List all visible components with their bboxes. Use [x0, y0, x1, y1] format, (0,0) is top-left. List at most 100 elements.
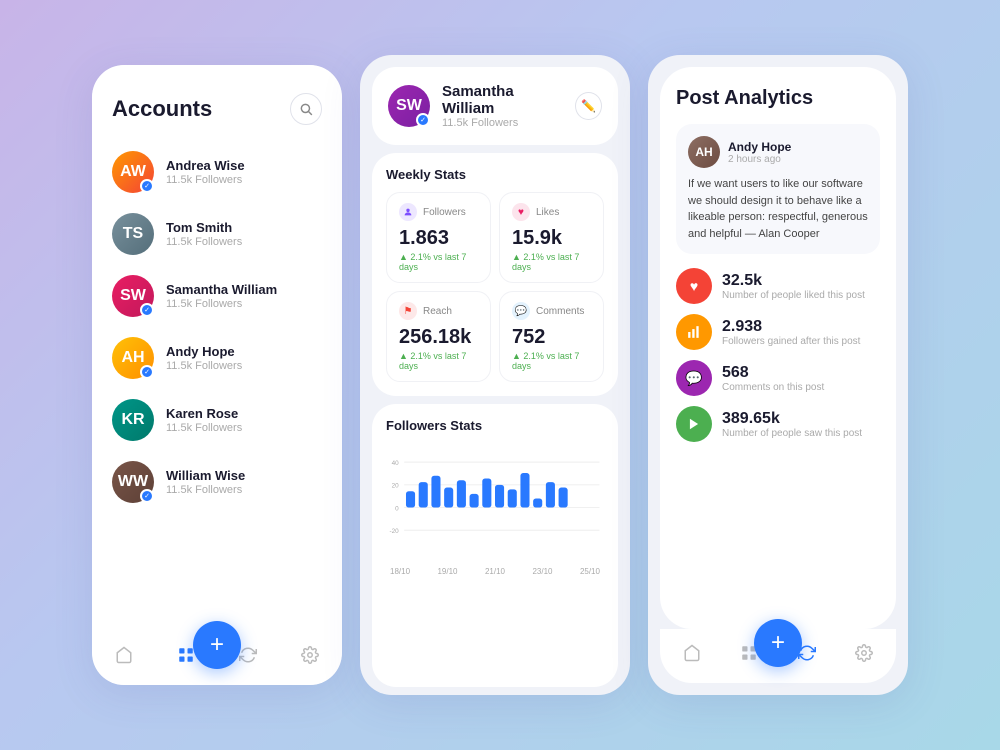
chart-label-2: 19/10 — [437, 567, 457, 576]
avatar-wrap: KR — [112, 399, 154, 441]
analytics-stat-value: 2.938 — [722, 318, 860, 336]
stat-icon-comments: 💬 — [512, 302, 530, 320]
avatar-wrap: AH — [112, 337, 154, 379]
analytics-stat-row-orange: 2.938 Followers gained after this post — [676, 314, 880, 350]
analytics-stat-value: 32.5k — [722, 272, 865, 290]
analytics-icon-orange — [676, 314, 712, 350]
stat-label-comments: Comments — [536, 306, 584, 317]
search-button[interactable] — [290, 93, 322, 125]
stat-label-reach: Reach — [423, 306, 452, 317]
analytics-stat-value: 568 — [722, 364, 824, 382]
account-followers-count: 11.5k Followers — [166, 174, 322, 186]
analytics-stat-row-red: ♥ 32.5k Number of people liked this post — [676, 268, 880, 304]
nav-home-icon[interactable] — [112, 643, 136, 667]
analytics-panel: Post Analytics AH Andy Hope 2 hours ago … — [648, 55, 908, 695]
account-info: Andy Hope 11.5k Followers — [166, 344, 322, 372]
stat-card-followers: Followers 1.863 ▲ 2.1% vs last 7 days — [386, 192, 491, 283]
bar-chart: 40 20 0 -20 — [386, 443, 604, 563]
analytics-stat-info: 2.938 Followers gained after this post — [722, 318, 860, 347]
post-author-avatar: AH — [688, 136, 720, 168]
weekly-stats-title: Weekly Stats — [386, 167, 604, 182]
profile-followers: 11.5k Followers — [442, 117, 563, 129]
profile-header: SW Samantha William 11.5k Followers ✏️ — [372, 67, 618, 145]
analytics-stat-label: Number of people saw this post — [722, 428, 862, 439]
profile-info: Samantha William 11.5k Followers — [442, 83, 563, 129]
account-item[interactable]: AW Andrea Wise 11.5k Followers — [92, 141, 342, 203]
account-name: Karen Rose — [166, 406, 322, 421]
avatar-wrap: SW — [112, 275, 154, 317]
profile-name: Samantha William — [442, 83, 563, 117]
stat-label-row: ♥ Likes — [512, 203, 591, 221]
analytics-stat-label: Number of people liked this post — [722, 290, 865, 301]
account-followers-count: 11.5k Followers — [166, 422, 322, 434]
stat-value-comments: 752 — [512, 326, 591, 349]
stat-value-reach: 256.18k — [399, 326, 478, 349]
stat-label-likes: Likes — [536, 207, 559, 218]
stat-change-followers: ▲ 2.1% vs last 7 days — [399, 252, 478, 272]
profile-avatar-wrap: SW — [388, 85, 430, 127]
stat-value-likes: 15.9k — [512, 227, 591, 250]
account-item[interactable]: AH Andy Hope 11.5k Followers — [92, 327, 342, 389]
analytics-stat-label: Comments on this post — [722, 382, 824, 393]
verified-badge — [140, 303, 154, 317]
chart-section: Followers Stats 40 20 0 -20 — [372, 404, 618, 687]
account-item[interactable]: KR Karen Rose 11.5k Followers — [92, 389, 342, 451]
stat-icon-reach: ⚑ — [399, 302, 417, 320]
accounts-list: AW Andrea Wise 11.5k Followers TS Tom Sm… — [92, 135, 342, 631]
account-name: Andy Hope — [166, 344, 322, 359]
account-name: Andrea Wise — [166, 158, 322, 173]
nav-settings-icon[interactable] — [298, 643, 322, 667]
edit-profile-button[interactable]: ✏️ — [575, 92, 602, 120]
chart-title: Followers Stats — [386, 418, 604, 433]
svg-text:20: 20 — [392, 483, 400, 490]
avatar: KR — [112, 399, 154, 441]
accounts-footer: + — [92, 631, 342, 685]
stat-label-row: Followers — [399, 203, 478, 221]
chart-label-4: 23/10 — [532, 567, 552, 576]
post-time: 2 hours ago — [728, 154, 791, 165]
account-item[interactable]: WW William Wise 11.5k Followers — [92, 451, 342, 513]
account-info: Samantha William 11.5k Followers — [166, 282, 322, 310]
analytics-stat-label: Followers gained after this post — [722, 336, 860, 347]
analytics-nav-settings-icon[interactable] — [852, 641, 876, 665]
analytics-stats-list: ♥ 32.5k Number of people liked this post… — [676, 268, 880, 613]
stat-card-likes: ♥ Likes 15.9k ▲ 2.1% vs last 7 days — [499, 192, 604, 283]
profile-verified-badge — [416, 113, 430, 127]
account-item[interactable]: SW Samantha William 11.5k Followers — [92, 265, 342, 327]
account-info: Tom Smith 11.5k Followers — [166, 220, 322, 248]
chart-label-1: 18/10 — [390, 567, 410, 576]
analytics-icon-red: ♥ — [676, 268, 712, 304]
analytics-nav-home-icon[interactable] — [680, 641, 704, 665]
chart-label-3: 21/10 — [485, 567, 505, 576]
stat-label-row: ⚑ Reach — [399, 302, 478, 320]
analytics-stat-row-green: 389.65k Number of people saw this post — [676, 406, 880, 442]
post-preview: AH Andy Hope 2 hours ago If we want user… — [676, 124, 880, 254]
profile-panel: SW Samantha William 11.5k Followers ✏️ W… — [360, 55, 630, 695]
svg-text:40: 40 — [392, 460, 400, 467]
stat-value-followers: 1.863 — [399, 227, 478, 250]
post-author-name: Andy Hope — [728, 140, 791, 154]
avatar: TS — [112, 213, 154, 255]
analytics-title: Post Analytics — [676, 87, 880, 110]
stat-change-comments: ▲ 2.1% vs last 7 days — [512, 351, 591, 371]
fab-add-button[interactable]: + — [193, 621, 241, 669]
analytics-icon-purple: 💬 — [676, 360, 712, 396]
accounts-panel: Accounts AW Andrea Wise 11.5k Followers … — [92, 65, 342, 685]
analytics-stat-row-purple: 💬 568 Comments on this post — [676, 360, 880, 396]
post-text: If we want users to like our software we… — [688, 176, 868, 242]
verified-badge — [140, 489, 154, 503]
account-followers-count: 11.5k Followers — [166, 484, 322, 496]
account-item[interactable]: TS Tom Smith 11.5k Followers — [92, 203, 342, 265]
analytics-stat-info: 389.65k Number of people saw this post — [722, 410, 862, 439]
stat-label-followers: Followers — [423, 207, 466, 218]
account-followers-count: 11.5k Followers — [166, 360, 322, 372]
account-info: William Wise 11.5k Followers — [166, 468, 322, 496]
account-name: Tom Smith — [166, 220, 322, 235]
analytics-fab-button[interactable]: + — [754, 619, 802, 667]
chart-label-5: 25/10 — [580, 567, 600, 576]
svg-text:0: 0 — [395, 505, 399, 512]
analytics-stat-info: 568 Comments on this post — [722, 364, 824, 393]
accounts-header: Accounts — [92, 65, 342, 135]
analytics-icon-green — [676, 406, 712, 442]
stat-icon-likes: ♥ — [512, 203, 530, 221]
